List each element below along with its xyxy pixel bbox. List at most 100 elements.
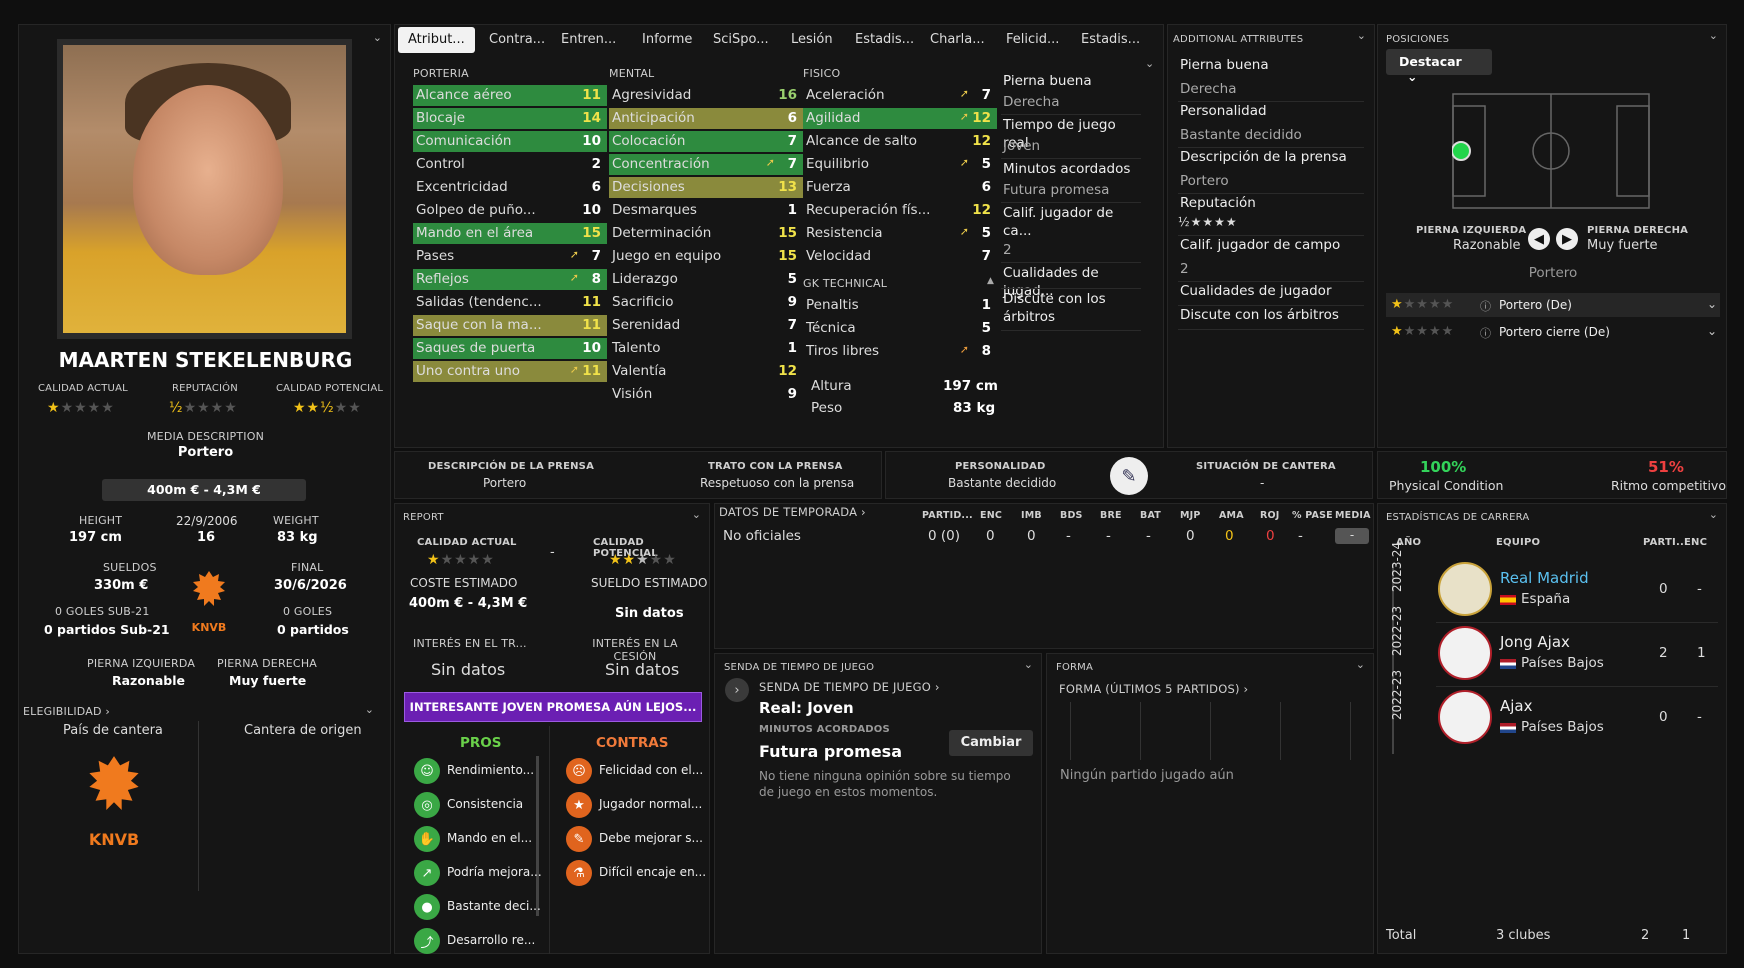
change-button[interactable]: Cambiar <box>949 730 1033 756</box>
additional-label: Calif. jugador de campo <box>1180 237 1341 253</box>
tab-2[interactable]: Contra... <box>479 27 555 53</box>
chevron-up-icon[interactable]: ▲ <box>987 276 994 286</box>
wages-label: SUELDOS <box>103 561 157 574</box>
tab-8[interactable]: Charla... <box>920 27 995 53</box>
weight-value: 83 kg <box>277 530 318 545</box>
side-attribute-value: Joven <box>1003 138 1041 154</box>
attribute-value: 6 <box>591 179 601 195</box>
divider <box>1001 330 1141 331</box>
form-link[interactable]: FORMA (ÚLTIMOS 5 PARTIDOS) › <box>1059 682 1248 696</box>
career-goals: - <box>1697 581 1702 597</box>
attribute-name: Técnica <box>806 320 856 336</box>
attribute-row: Desmarques 1 <box>609 200 803 221</box>
attribute-row: Fuerza 6 <box>803 177 997 198</box>
con-item[interactable]: Difícil encaje en... <box>599 865 706 879</box>
tab-9[interactable]: Felicid... <box>996 27 1069 53</box>
pro-item[interactable]: Bastante deci... <box>447 899 541 913</box>
tab-5[interactable]: SciSpo... <box>703 27 779 53</box>
career-matches: 0 <box>1659 709 1668 725</box>
physical-condition-pct: 100% <box>1420 458 1467 476</box>
pro-icon: ⤴ <box>414 928 440 954</box>
con-item[interactable]: Felicidad con el... <box>599 763 703 777</box>
playing-time-title: SENDA DE TIEMPO DE JUEGO <box>724 662 875 673</box>
season-col-header: ROJ <box>1260 510 1280 521</box>
info-icon[interactable]: ⓘ <box>1480 298 1491 314</box>
weight-attr-label: Peso <box>811 400 843 416</box>
report-ca-stars: ★★★★★ <box>427 552 495 568</box>
chevron-down-icon[interactable]: ⌄ <box>1707 297 1717 311</box>
pro-item[interactable]: Rendimiento... <box>447 763 534 777</box>
con-item[interactable]: Jugador normal... <box>599 797 702 811</box>
career-team[interactable]: Ajax <box>1500 697 1533 715</box>
pros-scrollbar[interactable] <box>536 756 539 916</box>
attribute-value: 15 <box>582 225 601 241</box>
attribute-name: Colocación <box>612 133 686 149</box>
highlight-dropdown[interactable]: Destacar ⌄ <box>1386 49 1492 84</box>
pro-icon: ☺ <box>414 758 440 784</box>
weight-attr-value: 83 kg <box>953 400 996 416</box>
tab-7[interactable]: Estadis... <box>845 27 924 53</box>
transfer-interest-label: INTERÉS EN EL TR... <box>413 637 527 650</box>
tab-10[interactable]: Estadis... <box>1071 27 1150 53</box>
divider <box>1001 288 1141 289</box>
con-item[interactable]: Debe mejorar s... <box>599 831 703 845</box>
playing-time-link[interactable]: SENDA DE TIEMPO DE JUEGO › <box>759 680 940 694</box>
tab-4[interactable]: Informe <box>632 27 702 53</box>
chevron-down-icon[interactable]: ⌄ <box>1357 29 1366 42</box>
attribute-row: Blocaje 14 <box>413 108 607 129</box>
pro-item[interactable]: Desarrollo re... <box>447 933 535 947</box>
knvb-logo: KNVB <box>69 750 159 849</box>
chevron-down-icon[interactable]: ⌄ <box>1024 658 1033 671</box>
season-title[interactable]: DATOS DE TEMPORADA › <box>719 505 866 519</box>
chevron-down-icon[interactable]: ⌄ <box>1145 57 1154 70</box>
chevron-down-icon[interactable]: ⌄ <box>692 508 701 521</box>
tab-3[interactable]: Entren... <box>551 27 626 53</box>
pro-icon: ✋ <box>414 826 440 852</box>
attribute-row: Colocación 7 <box>609 131 803 152</box>
form-bar-slot <box>1350 702 1351 760</box>
attribute-row: Técnica 5 <box>803 318 997 339</box>
tab-6[interactable]: Lesión <box>781 27 843 53</box>
season-col-header: IMB <box>1021 510 1042 521</box>
chevron-right-icon[interactable]: › <box>725 678 749 702</box>
chevron-down-icon[interactable]: ⌄ <box>1707 324 1717 338</box>
pro-item[interactable]: Mando en el... <box>447 831 532 845</box>
chevron-down-icon[interactable]: ⌄ <box>1709 29 1718 42</box>
career-team[interactable]: Jong Ajax <box>1500 633 1570 651</box>
document-icon[interactable]: ✎ <box>1110 457 1148 495</box>
tab-1[interactable]: Atribut... <box>398 27 475 53</box>
chevron-down-icon[interactable]: ⌄ <box>365 703 374 716</box>
mental-title: MENTAL <box>609 67 655 80</box>
season-value: 0 <box>1027 528 1036 544</box>
attribute-row: Recuperación fís... 12 <box>803 200 997 221</box>
role-name: Portero (De) <box>1499 298 1572 312</box>
attribute-row: Sacrificio 9 <box>609 292 803 313</box>
eligibility-label[interactable]: ELEGIBILIDAD › <box>23 705 110 718</box>
match-sharpness-label: Ritmo competitivo <box>1611 478 1726 493</box>
attribute-name: Decisiones <box>612 179 685 195</box>
player-name: MAARTEN STEKELENBURG <box>58 348 353 372</box>
attribute-row: Uno contra uno ➚ 11 <box>413 361 607 382</box>
attribute-name: Recuperación fís... <box>806 202 931 218</box>
career-timeline <box>1392 564 1394 754</box>
chevron-down-icon[interactable]: ⌄ <box>373 31 382 44</box>
press-desc-value: Portero <box>483 476 527 490</box>
attribute-name: Velocidad <box>806 248 872 264</box>
left-boot-icon: ◀ <box>1528 228 1550 250</box>
info-icon[interactable]: ⓘ <box>1480 325 1491 341</box>
season-col-header: MJP <box>1180 510 1201 521</box>
attribute-name: Comunicación <box>416 133 512 149</box>
report-banner[interactable]: INTERESANTE JOVEN PROMESA AÚN LEJOS... <box>404 692 702 722</box>
chevron-down-icon[interactable]: ⌄ <box>1709 508 1718 521</box>
knvb-logo-small: KNVB <box>179 567 239 634</box>
season-panel <box>714 503 1374 649</box>
divider <box>1178 235 1364 236</box>
pro-item[interactable]: Consistencia <box>447 797 523 811</box>
attribute-row: Velocidad 7 <box>803 246 997 267</box>
attribute-value: 15 <box>778 248 797 264</box>
attribute-row: Golpeo de puño... 10 <box>413 200 607 221</box>
attribute-name: Resistencia <box>806 225 883 241</box>
chevron-down-icon[interactable]: ⌄ <box>1356 658 1365 671</box>
pro-item[interactable]: Podría mejora... <box>447 865 542 879</box>
career-team[interactable]: Real Madrid <box>1500 569 1589 587</box>
